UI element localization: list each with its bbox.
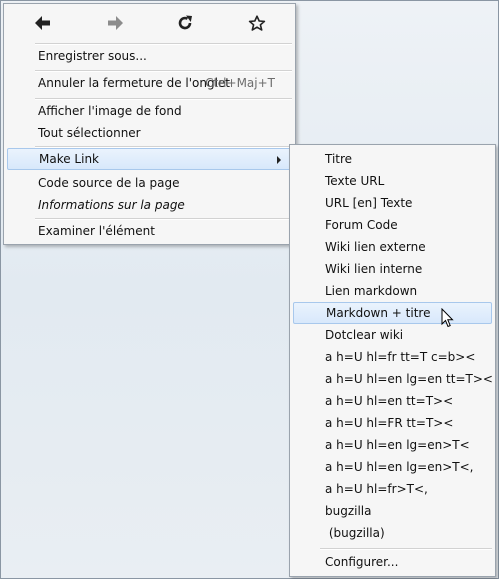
- submenu-item-label: Titre: [325, 152, 353, 166]
- submenu-item[interactable]: (bugzilla): [293, 522, 492, 544]
- submenu-item[interactable]: Wiki lien interne: [293, 258, 492, 280]
- submenu-item-label: bugzilla: [325, 504, 372, 518]
- separator: [320, 548, 492, 550]
- menu-item-view-background[interactable]: Afficher l'image de fond: [7, 100, 292, 122]
- context-menu: Enregistrer sous... Annuler la fermeture…: [3, 3, 296, 245]
- menu-item-inspect[interactable]: Examiner l'élément: [7, 220, 292, 242]
- submenu-item[interactable]: a h=U hl=en lg=en>T<: [293, 434, 492, 456]
- menu-item-label: Code source de la page: [38, 176, 180, 190]
- menu-item-make-link[interactable]: Make Link: [7, 148, 292, 170]
- submenu-item[interactable]: Dotclear wiki: [293, 324, 492, 346]
- back-arrow-icon: [35, 16, 50, 30]
- submenu-item[interactable]: a h=U hl=fr tt=T c=b><: [293, 346, 492, 368]
- navigation-row: [4, 4, 295, 42]
- star-icon: [248, 14, 266, 31]
- submenu-item-label: Wiki lien interne: [325, 262, 423, 276]
- submenu-item[interactable]: Texte URL: [293, 170, 492, 192]
- back-button[interactable]: [28, 10, 58, 36]
- menu-item-label: Informations sur la page: [38, 198, 185, 212]
- submenu-item[interactable]: Wiki lien externe: [293, 236, 492, 258]
- submenu-item-label: Dotclear wiki: [325, 328, 404, 342]
- reload-icon: [178, 15, 192, 30]
- menu-item-label: Enregistrer sous...: [38, 49, 147, 63]
- menu-item-view-source[interactable]: Code source de la page: [7, 172, 292, 194]
- forward-arrow-icon: [108, 16, 123, 30]
- submenu-item-label: Wiki lien externe: [325, 240, 426, 254]
- menu-item-label: Afficher l'image de fond: [38, 104, 182, 118]
- submenu-item-label: a h=U hl=en lg=en>T<,: [325, 460, 474, 474]
- submenu-item[interactable]: Forum Code: [293, 214, 492, 236]
- submenu-item-label: a h=U hl=en lg=en tt=T><: [325, 372, 493, 386]
- shortcut-label: Ctrl+Maj+T: [205, 76, 275, 90]
- submenu-item-label: a h=U hl=FR tt=T><: [325, 416, 454, 430]
- menu-item-select-all[interactable]: Tout sélectionner: [7, 122, 292, 144]
- menu-item-configure[interactable]: Configurer...: [293, 551, 492, 573]
- submenu-item[interactable]: URL [en] Texte: [293, 192, 492, 214]
- make-link-submenu: Titre Texte URL URL [en] Texte Forum Cod…: [289, 144, 496, 577]
- menu-item-label: Tout sélectionner: [38, 126, 141, 140]
- submenu-item-label: Texte URL: [325, 174, 385, 188]
- menu-item-page-info[interactable]: Informations sur la page: [7, 194, 292, 216]
- reload-button[interactable]: [170, 10, 200, 36]
- menu-item-label: Examiner l'élément: [38, 224, 155, 238]
- submenu-item[interactable]: a h=U hl=en lg=en tt=T><: [293, 368, 493, 390]
- submenu-item-label: URL [en] Texte: [325, 196, 413, 210]
- menu-item-label: Annuler la fermeture de l'onglet: [38, 76, 231, 90]
- menu-item-save-as[interactable]: Enregistrer sous...: [7, 45, 292, 67]
- submenu-item-label: Markdown + titre: [326, 306, 431, 320]
- submenu-item[interactable]: bugzilla: [293, 500, 492, 522]
- submenu-item-label: a h=U hl=fr tt=T c=b><: [325, 350, 476, 364]
- submenu-item-label: (bugzilla): [325, 526, 385, 540]
- submenu-item-label: a h=U hl=en lg=en>T<: [325, 438, 470, 452]
- menu-item-undo-close-tab[interactable]: Annuler la fermeture de l'onglet Ctrl+Ma…: [7, 72, 292, 94]
- mouse-pointer-icon: [441, 308, 454, 328]
- submenu-item-label: a h=U hl=en tt=T><: [325, 394, 454, 408]
- submenu-arrow-icon: [277, 156, 281, 164]
- submenu-item[interactable]: a h=U hl=fr>T<,: [293, 478, 492, 500]
- submenu-item[interactable]: a h=U hl=FR tt=T><: [293, 412, 492, 434]
- submenu-item-label: Lien markdown: [325, 284, 418, 298]
- submenu-item-label: Forum Code: [325, 218, 398, 232]
- menu-item-label: Make Link: [39, 152, 99, 166]
- submenu-item[interactable]: Lien markdown: [293, 280, 492, 302]
- submenu-item-hovered[interactable]: Markdown + titre: [293, 302, 492, 324]
- submenu-item[interactable]: a h=U hl=en tt=T><: [293, 390, 492, 412]
- bookmark-button[interactable]: [242, 10, 272, 36]
- forward-button[interactable]: [100, 10, 130, 36]
- submenu-item[interactable]: a h=U hl=en lg=en>T<,: [293, 456, 492, 478]
- submenu-item-label: a h=U hl=fr>T<,: [325, 482, 428, 496]
- submenu-item-label: Configurer...: [325, 555, 399, 569]
- submenu-item[interactable]: Titre: [293, 148, 492, 170]
